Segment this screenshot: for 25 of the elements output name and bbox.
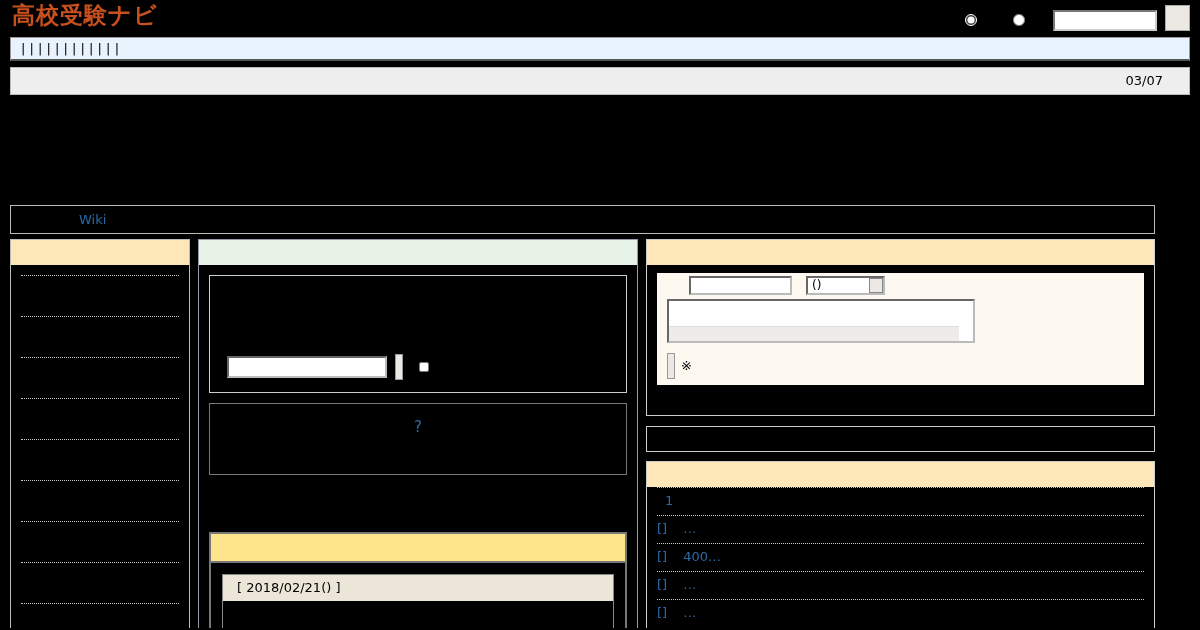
breadcrumb-link[interactable]: Wiki: [79, 212, 107, 227]
recent-link[interactable]: …: [683, 516, 697, 543]
comment-textarea[interactable]: [667, 299, 975, 343]
name-field[interactable]: [689, 276, 792, 295]
site-logo[interactable]: 高校受験ナビ: [12, 4, 158, 27]
note-mark: ※: [681, 357, 692, 376]
recent-link[interactable]: 400…: [683, 544, 721, 571]
bracket-label: []: [657, 576, 668, 594]
bracket-label: []: [657, 548, 668, 566]
recent-link[interactable]: …: [683, 600, 697, 627]
date-text: 03/07: [1125, 73, 1163, 88]
bracket-label: []: [657, 520, 668, 538]
recent-link[interactable]: 1: [665, 488, 674, 515]
wiki-search-field[interactable]: [227, 356, 387, 378]
recent-link[interactable]: …: [683, 572, 697, 599]
horizontal-scrollbar[interactable]: [669, 326, 959, 341]
search-scope-radio[interactable]: [1013, 14, 1025, 26]
search-scope-radio[interactable]: [965, 14, 977, 26]
bracket-label: []: [657, 604, 668, 622]
category-select[interactable]: (): [806, 276, 885, 295]
help-link[interactable]: ?: [414, 418, 422, 436]
nav-menu[interactable]: | | | | | | | | | | | |: [10, 37, 1190, 61]
include-checkbox[interactable]: [419, 362, 429, 372]
entry-date: [ 2018/02/21() ]: [223, 575, 613, 601]
search-field[interactable]: [1053, 9, 1157, 31]
